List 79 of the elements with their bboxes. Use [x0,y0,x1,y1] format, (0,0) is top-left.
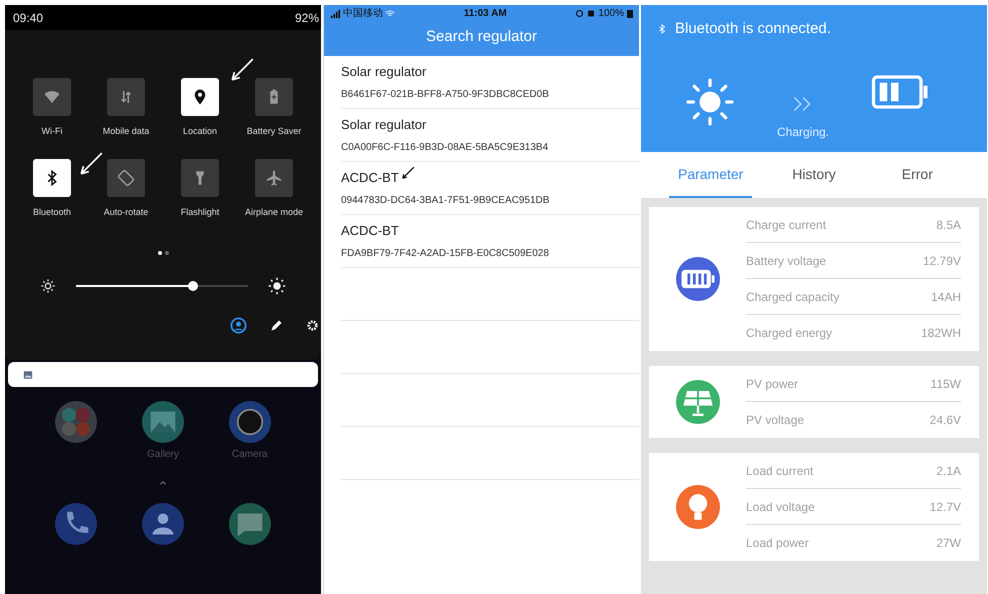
user-avatar-icon[interactable] [230,317,247,334]
device-row[interactable]: ACDC-BT FDA9BF79-7F42-A2AD-15FB-E0C8C509E028 [341,215,639,268]
device-name: ACDC-BT [341,169,399,188]
phone-icon[interactable] [55,503,98,545]
signal-icon [330,8,341,18]
device-id: 0944783D-DC64-3BA1-7F51-9B9CEAC951DB [341,194,550,208]
parameter-value: 24.6V [930,412,961,429]
parameter-label: PV power [746,376,798,392]
battery-percent: 92% [294,10,319,26]
bluetooth-icon [657,22,667,36]
tile-label: Battery Saver [246,125,302,138]
parameter-value: 27W [936,535,961,552]
tile-label: Auto-rotate [104,206,148,218]
image-icon [23,370,33,380]
tile-label: Wi-Fi [42,125,62,138]
parameter-label: Charged capacity [746,288,840,306]
connection-status: Bluetooth is connected. [675,19,831,39]
tile-label: Bluetooth [32,206,72,218]
wifi-icon [385,8,395,18]
person-icon[interactable] [142,503,184,545]
app-label: Gallery [147,448,179,462]
parameter-label: Load current [746,462,814,480]
parameter-value: 12.7V [930,498,961,516]
tile-label: Location [182,125,218,138]
quick-tile[interactable] [107,78,145,116]
device-row[interactable]: Solar regulator B6461F67-021B-BFF8-A750-9F3DBC8CED0B [341,56,639,109]
parameter-value: 115W [930,376,961,392]
device-id: FDA9BF79-7F42-A2AD-15FB-E0C8C509E028 [341,246,550,261]
device-id: C0A00F6C-F116-9B3D-08AE-5BA5C9E313B4 [341,140,550,155]
rotate-icon [117,168,135,186]
status-time: 09:40 [13,10,44,26]
parameter-value: 14AH [930,288,961,306]
quick-tile[interactable] [255,78,293,116]
auto-brightness-icon [268,277,286,295]
screen-title: Search regulator [425,27,538,47]
battery-percent: 100% [598,7,624,21]
charging-status: Charging. [776,124,830,140]
brightness-low-icon [40,278,56,294]
parameter-value: 2.1A [936,462,961,480]
quick-tile[interactable] [255,158,293,196]
slider-thumb[interactable] [188,281,198,291]
pencil-icon[interactable] [269,318,284,333]
tab[interactable]: Error [876,152,959,198]
annotation-arrow [229,57,255,83]
parameter-label: Load voltage [746,498,815,516]
status-time: 11:03 AM [464,7,507,21]
quick-tile[interactable] [107,158,145,196]
annotation-arrow [401,166,415,180]
sun-icon [685,76,735,126]
parameter-label: Battery voltage [746,252,826,270]
parameter-label: PV voltage [746,412,804,429]
carrier-name: 中国移动 [343,6,383,21]
device-name: ACDC-BT [341,222,399,240]
camera-icon[interactable] [228,401,271,443]
annotation-arrow [78,151,104,177]
quick-tile[interactable] [181,158,219,196]
airplane-icon [265,168,283,186]
device-id: B6461F67-021B-BFF8-A750-9F3DBC8CED0B [341,88,550,102]
parameter-label: Load power [746,535,809,552]
parameter-label: Charged energy [746,325,832,342]
quick-tile[interactable] [33,158,71,196]
device-name: Solar regulator [341,116,426,134]
tile-label: Flashlight [180,206,220,219]
gallery-icon[interactable] [142,401,184,443]
quick-tile[interactable] [181,78,219,116]
parameter-label: Charge current [746,216,826,234]
parameter-value: 8.5A [936,216,961,234]
device-row[interactable]: Solar regulator C0A00F6C-F116-9B3D-08AE-5BA5C9E313B4 [341,109,639,162]
tab[interactable]: History [772,152,856,198]
tile-label: Mobile data [102,125,150,138]
device-row[interactable]: ACDC-BT 0944783D-DC64-3BA1-7F51-9B9CEAC951DB [341,162,639,215]
quick-tile[interactable] [33,78,71,116]
parameter-value: 12.79V [922,252,961,270]
tile-label: Airplane mode [244,206,304,219]
chat-bubble-icon[interactable] [228,503,271,545]
app-label: Camera [232,448,268,462]
parameter-value: 182WH [920,325,961,342]
app-folder-icon[interactable] [55,401,98,443]
device-name: Solar regulator [341,63,426,82]
